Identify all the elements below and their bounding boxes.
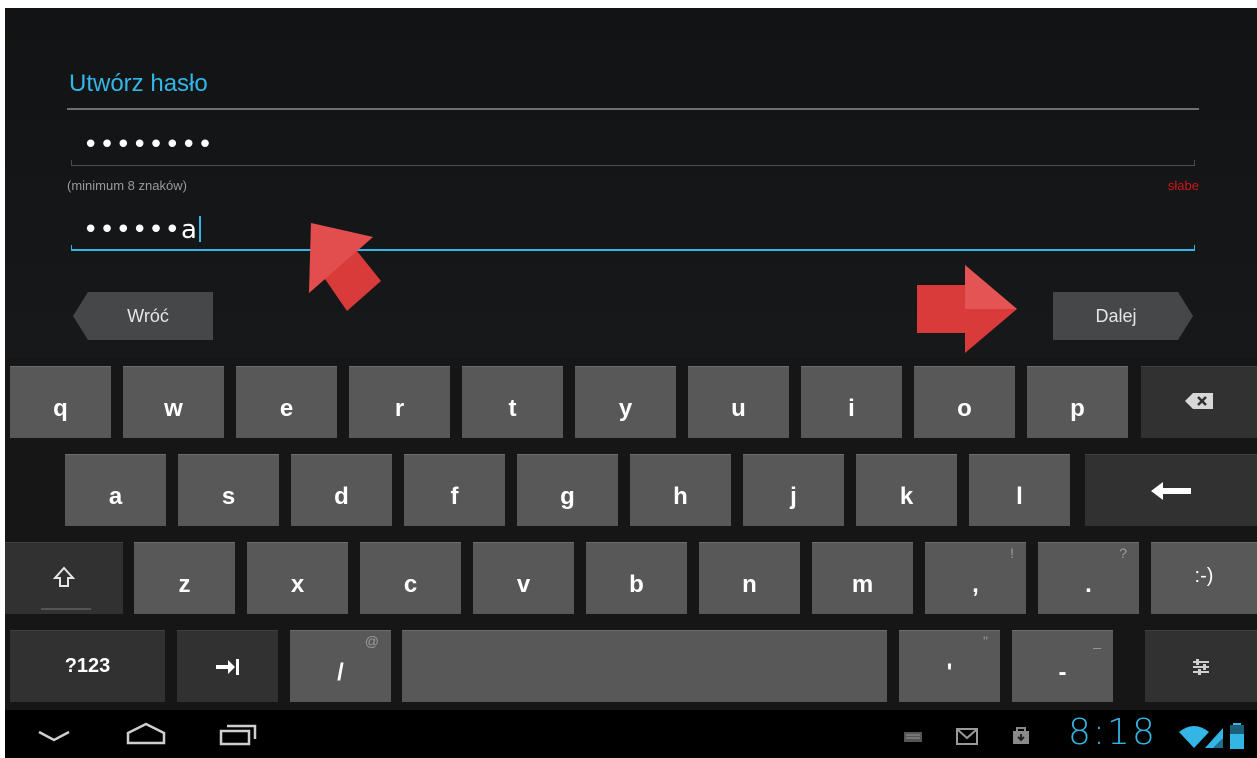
confirm-password-value: ••••••a (83, 215, 198, 245)
nav-recents-icon[interactable] (217, 722, 259, 748)
keyboard-notification-icon (904, 732, 922, 742)
key-u[interactable]: u (688, 366, 789, 438)
key-settings[interactable] (1145, 630, 1257, 702)
key-h[interactable]: h (630, 454, 731, 526)
key-comma-alt: ! (1010, 545, 1014, 561)
key-backspace[interactable] (1141, 366, 1257, 438)
key-g[interactable]: g (517, 454, 618, 526)
next-button[interactable]: Dalej (1053, 292, 1193, 340)
system-bar: 8:18 (5, 710, 1257, 758)
annotation-arrow-right (917, 265, 1017, 353)
key-symbols[interactable]: ?123 (10, 630, 165, 702)
key-o[interactable]: o (914, 366, 1015, 438)
key-z[interactable]: z (134, 542, 235, 614)
key-f[interactable]: f (404, 454, 505, 526)
key-period-alt: ? (1119, 545, 1127, 561)
key-w[interactable]: w (123, 366, 224, 438)
store-icon (1013, 727, 1029, 744)
key-t[interactable]: t (462, 366, 563, 438)
clock: 8:18 (1068, 712, 1157, 753)
password-value: •••••••• (83, 130, 214, 160)
keyboard-row-3: z x c v b n m , ! . ? :-) (5, 542, 1257, 614)
key-l[interactable]: l (969, 454, 1070, 526)
key-y[interactable]: y (575, 366, 676, 438)
battery-icon (1230, 723, 1244, 749)
page-title: Utwórz hasło (69, 70, 208, 97)
key-comma[interactable]: , ! (925, 542, 1026, 614)
key-dash[interactable]: - _ (1012, 630, 1113, 702)
key-b[interactable]: b (586, 542, 687, 614)
device-screen: Utwórz hasło •••••••• (minimum 8 znaków)… (5, 8, 1257, 758)
key-q[interactable]: q (10, 366, 111, 438)
confirm-password-field[interactable]: ••••••a (71, 215, 1195, 251)
gmail-icon (956, 728, 978, 745)
key-n[interactable]: n (699, 542, 800, 614)
signal-icon (1205, 728, 1223, 748)
key-c[interactable]: c (360, 542, 461, 614)
key-i[interactable]: i (801, 366, 902, 438)
key-p[interactable]: p (1027, 366, 1128, 438)
key-slash-alt: @ (364, 633, 379, 649)
key-a[interactable]: a (65, 454, 166, 526)
key-d[interactable]: d (291, 454, 392, 526)
password-strength: słabe (1167, 178, 1199, 193)
key-smiley[interactable]: :-) (1151, 542, 1257, 614)
shift-indicator (41, 608, 91, 610)
key-slash[interactable]: / @ (290, 630, 391, 702)
back-button-label: Wróć (127, 305, 169, 326)
key-dash-alt: _ (1093, 633, 1101, 649)
next-button-label: Dalej (1095, 305, 1137, 326)
text-caret (198, 216, 201, 242)
key-e[interactable]: e (236, 366, 337, 438)
keyboard-row-4: ?123 / @ ' " - _ (5, 630, 1257, 702)
keyboard-row-1: q w e r t y u i o p (5, 366, 1257, 438)
annotation-arrow-up-left (309, 223, 381, 311)
key-s[interactable]: s (178, 454, 279, 526)
key-period[interactable]: . ? (1038, 542, 1139, 614)
key-r[interactable]: r (349, 366, 450, 438)
password-field-underline (71, 160, 1195, 166)
key-v[interactable]: v (473, 542, 574, 614)
key-tab[interactable] (177, 630, 278, 702)
title-divider (67, 108, 1199, 110)
shift-icon (52, 566, 76, 587)
keyboard-settings-icon (1193, 658, 1209, 675)
key-apostrophe[interactable]: ' " (899, 630, 1000, 702)
back-button[interactable]: Wróć (73, 292, 213, 340)
soft-keyboard: q w e r t y u i o p a s d f g h j k l z … (5, 358, 1257, 710)
enter-icon (1151, 481, 1191, 500)
confirm-field-underline (71, 245, 1195, 251)
nav-home-icon[interactable] (123, 720, 169, 748)
password-hint: (minimum 8 znaków) (67, 178, 187, 193)
keyboard-row-2: a s d f g h j k l (5, 454, 1257, 526)
password-field[interactable]: •••••••• (71, 130, 1195, 166)
key-shift[interactable] (5, 542, 123, 614)
nav-back-icon[interactable] (35, 726, 73, 746)
key-m[interactable]: m (812, 542, 913, 614)
key-k[interactable]: k (856, 454, 957, 526)
create-password-form: Utwórz hasło •••••••• (minimum 8 znaków)… (5, 8, 1257, 358)
key-apostrophe-alt: " (983, 633, 988, 649)
tab-icon (215, 658, 239, 675)
key-j[interactable]: j (743, 454, 844, 526)
key-enter[interactable] (1085, 454, 1257, 526)
backspace-icon (1185, 392, 1213, 409)
key-space[interactable] (402, 630, 887, 702)
key-x[interactable]: x (247, 542, 348, 614)
